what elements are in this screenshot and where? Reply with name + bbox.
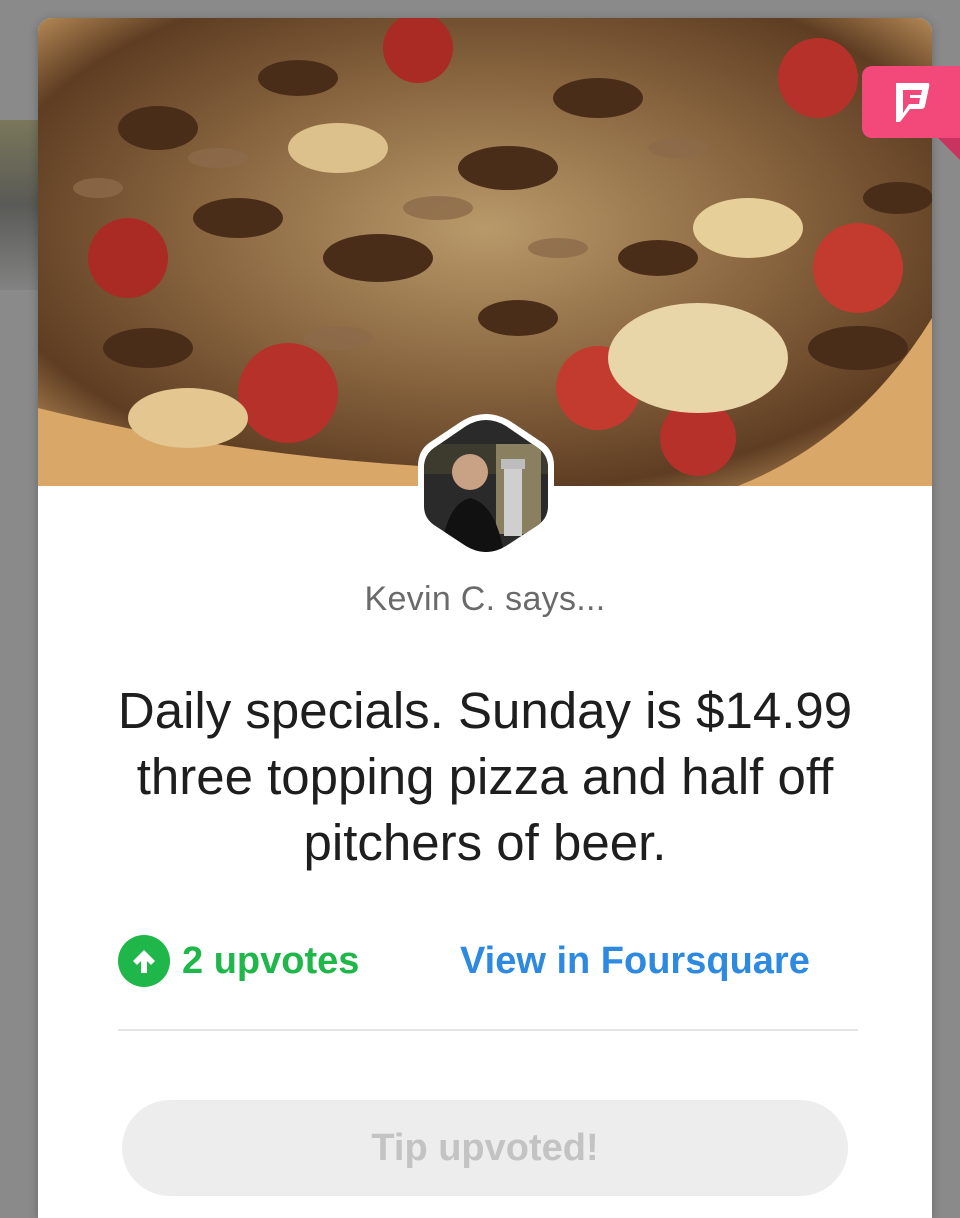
arrow-up-icon: [118, 935, 170, 987]
tip-text: Daily specials. Sunday is $14.99 three t…: [117, 682, 853, 871]
tip-card: Kevin C. says... Daily specials. Sunday …: [38, 18, 932, 1218]
divider: [118, 1029, 858, 1031]
user-avatar[interactable]: [416, 414, 556, 554]
upvote-button[interactable]: 2 upvotes: [118, 928, 359, 994]
tip-upvoted-button[interactable]: Tip upvoted!: [122, 1100, 848, 1196]
tip-author-line: Kevin C. says...: [364, 580, 606, 618]
background-app-strip: [0, 120, 40, 290]
view-in-foursquare-link[interactable]: View in Foursquare: [460, 928, 810, 994]
foursquare-logo-icon: [862, 66, 960, 160]
tip-actions: 2 upvotes View in Foursquare: [118, 928, 858, 994]
upvote-count-label: 2 upvotes: [182, 939, 360, 982]
